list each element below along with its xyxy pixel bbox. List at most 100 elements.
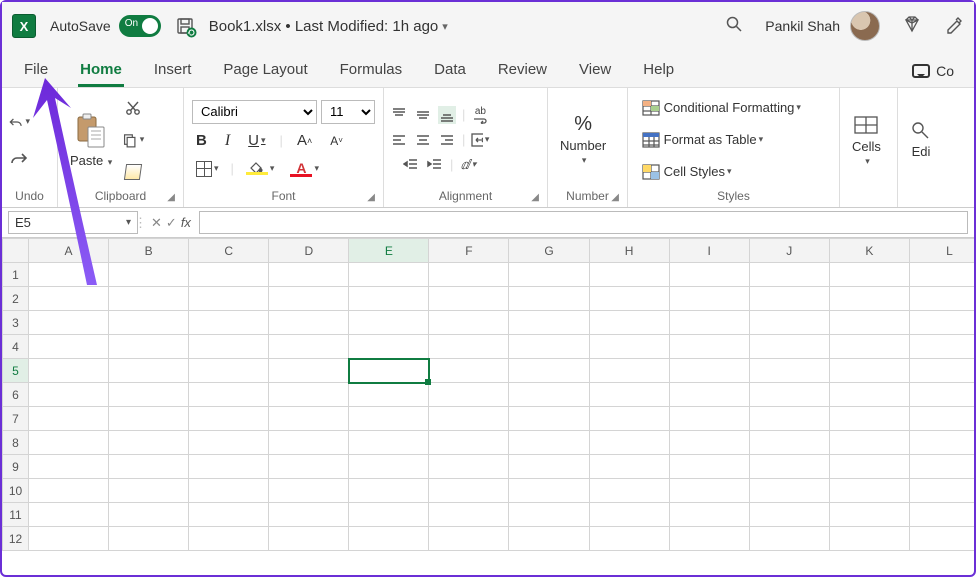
name-box[interactable]: E5 ▾ <box>8 211 138 234</box>
cell[interactable] <box>349 263 429 287</box>
cell[interactable] <box>669 335 749 359</box>
cell[interactable] <box>509 503 589 527</box>
tab-file[interactable]: File <box>22 55 50 87</box>
cell[interactable] <box>349 479 429 503</box>
cell[interactable] <box>589 263 669 287</box>
cell[interactable] <box>589 479 669 503</box>
cell[interactable] <box>109 359 189 383</box>
cell[interactable] <box>749 287 829 311</box>
cell[interactable] <box>509 407 589 431</box>
cell[interactable] <box>269 479 349 503</box>
tab-data[interactable]: Data <box>432 55 468 87</box>
cell[interactable] <box>509 359 589 383</box>
align-left-icon[interactable] <box>390 131 408 149</box>
comments-button[interactable]: Co <box>912 63 954 87</box>
cell[interactable] <box>429 359 509 383</box>
search-icon[interactable] <box>725 15 743 38</box>
row-header[interactable]: 9 <box>3 455 29 479</box>
select-all-corner[interactable] <box>3 239 29 263</box>
cell[interactable] <box>29 431 109 455</box>
cell[interactable] <box>29 263 109 287</box>
number-format-button[interactable]: % Number ▾ <box>554 111 612 168</box>
orientation-icon[interactable]: ⅆ▾ <box>459 156 477 174</box>
cell[interactable] <box>269 431 349 455</box>
cell[interactable] <box>829 455 909 479</box>
cell[interactable] <box>909 431 974 455</box>
font-color-icon[interactable]: A▾ <box>286 158 323 180</box>
diamond-icon[interactable] <box>902 14 922 39</box>
cell[interactable] <box>509 383 589 407</box>
cell[interactable] <box>669 407 749 431</box>
cell[interactable] <box>269 311 349 335</box>
cell[interactable] <box>589 527 669 551</box>
cell[interactable] <box>429 311 509 335</box>
col-header[interactable]: L <box>909 239 974 263</box>
pen-icon[interactable] <box>944 14 964 39</box>
cell[interactable] <box>429 383 509 407</box>
alignment-dialog-launcher[interactable]: ◢ <box>531 192 539 203</box>
cell[interactable] <box>509 455 589 479</box>
autosave-toggle[interactable]: On <box>119 15 161 37</box>
number-dialog-launcher[interactable]: ◢ <box>611 192 619 203</box>
cell[interactable] <box>669 431 749 455</box>
cell[interactable] <box>109 311 189 335</box>
cell[interactable] <box>269 359 349 383</box>
worksheet-grid[interactable]: A B C D E F G H I J K L 123456789101112 <box>2 238 974 551</box>
cell[interactable] <box>269 287 349 311</box>
cell[interactable] <box>749 431 829 455</box>
merge-center-icon[interactable]: ▾ <box>471 131 489 149</box>
cell[interactable] <box>589 335 669 359</box>
grow-font-icon[interactable]: A˄ <box>293 130 316 152</box>
cell[interactable] <box>429 431 509 455</box>
cell[interactable] <box>269 335 349 359</box>
cell[interactable] <box>669 359 749 383</box>
align-bottom-icon[interactable] <box>438 106 456 124</box>
col-header[interactable]: G <box>509 239 589 263</box>
cell[interactable] <box>189 263 269 287</box>
cell[interactable] <box>909 263 974 287</box>
conditional-formatting-button[interactable]: Conditional Formatting▾ <box>638 97 805 119</box>
cell[interactable] <box>829 335 909 359</box>
cell[interactable] <box>429 527 509 551</box>
cell[interactable] <box>909 407 974 431</box>
cell[interactable] <box>829 263 909 287</box>
cell[interactable] <box>29 335 109 359</box>
italic-button[interactable]: I <box>221 130 234 152</box>
fill-color-icon[interactable]: ▾ <box>242 158 279 180</box>
align-center-icon[interactable] <box>414 131 432 149</box>
cell[interactable] <box>429 455 509 479</box>
row-header[interactable]: 6 <box>3 383 29 407</box>
cell[interactable] <box>349 503 429 527</box>
cell[interactable] <box>909 359 974 383</box>
row-header[interactable]: 8 <box>3 431 29 455</box>
cell[interactable] <box>669 527 749 551</box>
cell[interactable] <box>109 335 189 359</box>
cell[interactable] <box>189 359 269 383</box>
cell[interactable] <box>509 335 589 359</box>
row-header[interactable]: 5 <box>3 359 29 383</box>
clipboard-dialog-launcher[interactable]: ◢ <box>167 192 175 203</box>
row-header[interactable]: 10 <box>3 479 29 503</box>
col-header[interactable]: E <box>349 239 429 263</box>
shrink-font-icon[interactable]: A˅ <box>326 130 347 152</box>
cell[interactable] <box>509 263 589 287</box>
cell[interactable] <box>909 311 974 335</box>
cell[interactable] <box>29 479 109 503</box>
cell[interactable] <box>909 287 974 311</box>
cell[interactable] <box>909 455 974 479</box>
tab-insert[interactable]: Insert <box>152 55 194 87</box>
cell[interactable] <box>109 287 189 311</box>
cell[interactable] <box>669 455 749 479</box>
cell[interactable] <box>109 455 189 479</box>
document-title[interactable]: Book1.xlsx • Last Modified: 1h ago ▾ <box>209 18 448 35</box>
row-header[interactable]: 11 <box>3 503 29 527</box>
cell[interactable] <box>589 311 669 335</box>
col-header[interactable]: B <box>109 239 189 263</box>
cell[interactable] <box>29 359 109 383</box>
col-header[interactable]: I <box>669 239 749 263</box>
cell[interactable] <box>189 335 269 359</box>
cell[interactable] <box>109 407 189 431</box>
cell[interactable] <box>909 503 974 527</box>
cell[interactable] <box>669 383 749 407</box>
cell[interactable] <box>749 383 829 407</box>
